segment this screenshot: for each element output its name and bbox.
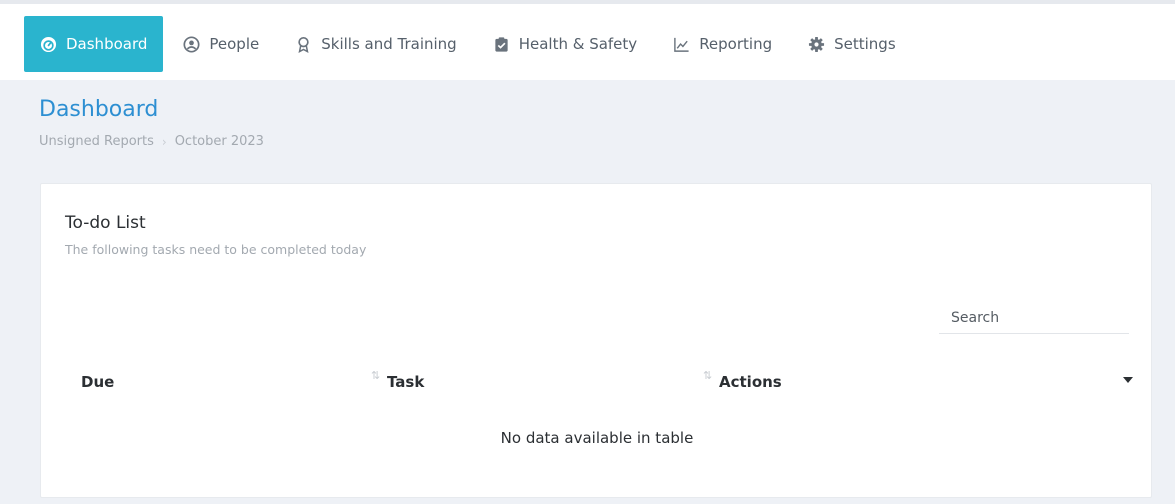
todo-subtitle: The following tasks need to be completed… <box>65 242 367 257</box>
breadcrumb: Unsigned Reports › October 2023 <box>39 134 264 149</box>
gauge-icon <box>40 36 57 53</box>
caret-down-icon[interactable] <box>1123 377 1133 383</box>
sort-icon[interactable]: ⇅ <box>371 370 380 381</box>
chevron-right-icon: › <box>161 134 167 149</box>
nav-item-settings[interactable]: Settings <box>792 16 912 72</box>
nav-item-dashboard[interactable]: Dashboard <box>24 16 164 72</box>
breadcrumb-item-current: October 2023 <box>174 134 264 149</box>
gear-icon <box>808 36 825 53</box>
main-nav: Dashboard People Skills and Training Hea… <box>24 16 916 72</box>
column-header-task[interactable]: Task <box>387 362 424 402</box>
breadcrumb-item-unsigned-reports[interactable]: Unsigned Reports <box>39 134 154 149</box>
todo-card: To-do List The following tasks need to b… <box>40 183 1152 498</box>
nav-item-label: Dashboard <box>66 35 148 53</box>
nav-item-skills-and-training[interactable]: Skills and Training <box>279 16 472 72</box>
nav-item-label: Reporting <box>699 35 773 53</box>
nav-item-label: People <box>209 35 260 53</box>
nav-item-label: Settings <box>834 35 896 53</box>
award-icon <box>295 36 312 53</box>
todo-title: To-do List <box>65 213 146 233</box>
table-header: Due ⇅ Task ⇅ Actions <box>65 362 1133 402</box>
search-input[interactable] <box>939 304 1129 332</box>
search-field <box>939 304 1129 334</box>
nav-item-label: Health & Safety <box>518 35 638 53</box>
nav-item-health-safety[interactable]: Health & Safety <box>477 16 653 72</box>
nav-item-people[interactable]: People <box>167 16 275 72</box>
top-navbar: Dashboard People Skills and Training Hea… <box>0 0 1175 80</box>
nav-item-reporting[interactable]: Reporting <box>657 16 788 72</box>
page-title: Dashboard <box>39 97 159 122</box>
table-empty-message: No data available in table <box>500 429 694 447</box>
column-header-due[interactable]: Due <box>81 362 114 402</box>
line-chart-icon <box>673 36 690 53</box>
user-circle-icon <box>183 35 200 53</box>
column-header-actions[interactable]: Actions <box>719 362 782 402</box>
sort-icon[interactable]: ⇅ <box>703 370 712 381</box>
clipboard-check-icon <box>493 36 510 53</box>
nav-item-label: Skills and Training <box>321 35 457 53</box>
